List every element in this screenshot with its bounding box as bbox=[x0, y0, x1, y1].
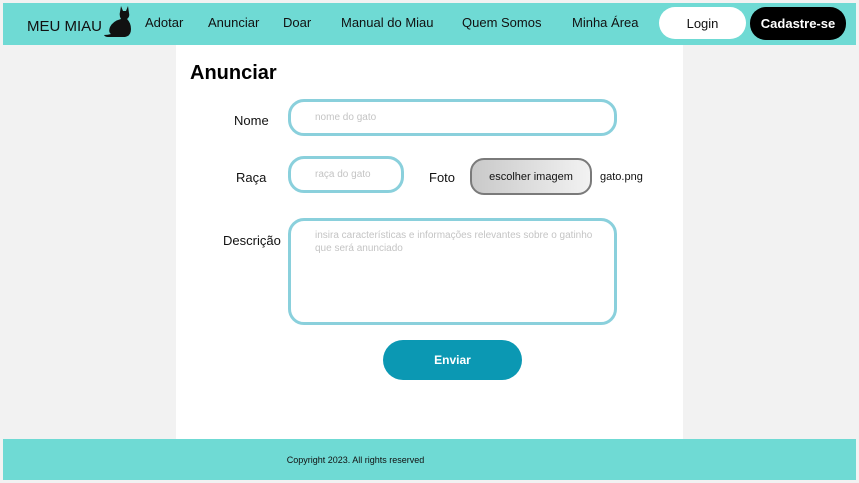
copyright-text: Copyright 2023. All rights reserved bbox=[286, 454, 425, 465]
nav-manual-do-miau[interactable]: Manual do Miau bbox=[341, 15, 434, 30]
nav-quem-somos[interactable]: Quem Somos bbox=[462, 15, 541, 30]
nav-adotar[interactable]: Adotar bbox=[145, 15, 183, 30]
nav-minha-area[interactable]: Minha Área bbox=[572, 15, 638, 30]
login-button[interactable]: Login bbox=[659, 7, 746, 39]
nav-anunciar[interactable]: Anunciar bbox=[208, 15, 259, 30]
photo-label: Foto bbox=[429, 170, 456, 185]
top-navbar: MEU MIAU Adotar Anunciar Doar Manual do … bbox=[3, 3, 856, 45]
signup-button[interactable]: Cadastre-se bbox=[750, 7, 846, 40]
app-frame: MEU MIAU Adotar Anunciar Doar Manual do … bbox=[3, 3, 856, 480]
cat-name-input[interactable] bbox=[288, 99, 617, 136]
selected-file-name: gato.png bbox=[600, 171, 643, 183]
footer: Copyright 2023. All rights reserved bbox=[3, 439, 856, 480]
cat-silhouette-icon bbox=[104, 6, 131, 37]
announce-form-panel: Anunciar Nome Raça Foto escolher imagem … bbox=[176, 45, 683, 439]
name-label: Nome bbox=[234, 113, 269, 128]
brand-logo[interactable]: MEU MIAU bbox=[27, 6, 134, 39]
nav-doar[interactable]: Doar bbox=[283, 15, 311, 30]
brand-name: MEU MIAU bbox=[27, 17, 102, 35]
description-label: Descrição bbox=[223, 233, 281, 248]
choose-image-button[interactable]: escolher imagem bbox=[470, 158, 592, 195]
cat-breed-input[interactable] bbox=[288, 156, 404, 193]
breed-label: Raça bbox=[236, 170, 267, 185]
description-textarea[interactable] bbox=[288, 218, 617, 325]
submit-button[interactable]: Enviar bbox=[383, 340, 522, 380]
page-title: Anunciar bbox=[190, 62, 277, 84]
